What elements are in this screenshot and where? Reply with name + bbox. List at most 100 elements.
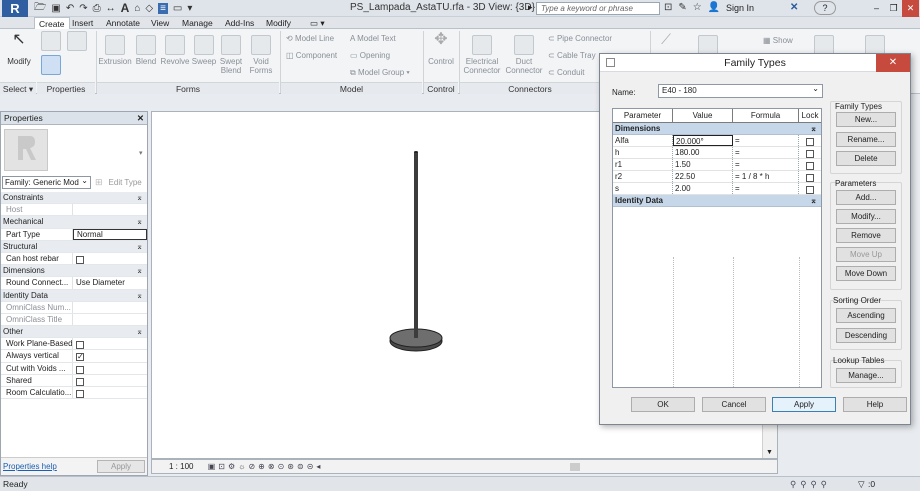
favorites-icon[interactable]: ☆ <box>693 2 702 13</box>
modify-button[interactable]: ↖ Modify <box>4 32 34 67</box>
family-category-button[interactable] <box>66 31 88 53</box>
property-category[interactable]: Mechanical ⌅ <box>1 216 147 229</box>
collapse-icon[interactable]: ⌅ <box>136 265 143 276</box>
collapse-icon[interactable]: ⌅ <box>136 192 143 203</box>
tab-contextual-dropdown[interactable]: ▭ ▾ <box>306 17 329 29</box>
horizontal-scroll-thumb[interactable] <box>570 463 580 471</box>
tab-add-ins[interactable]: Add-Ins <box>221 17 258 29</box>
collapse-icon[interactable]: ⌅ <box>136 290 143 301</box>
parameter-value-input[interactable]: 22.50 <box>673 171 733 182</box>
qat-dropdown-icon[interactable]: ▾ <box>187 3 192 14</box>
thin-lines-icon[interactable]: ≡ <box>158 2 168 14</box>
blend-button[interactable]: Blend <box>134 35 158 66</box>
parameter-lock[interactable] <box>799 147 821 158</box>
minimize-icon[interactable]: ‒ <box>868 0 885 17</box>
parameter-formula-input[interactable]: = <box>733 159 799 170</box>
collapse-icon[interactable]: ⌅ <box>136 241 143 252</box>
parameter-lock[interactable] <box>799 159 821 170</box>
properties-apply-button[interactable]: Apply <box>97 460 145 473</box>
property-checkbox[interactable] <box>76 389 84 398</box>
collapse-icon[interactable]: ⌅ <box>136 216 143 227</box>
rename-type-button[interactable]: Rename... <box>836 132 896 147</box>
properties-close-icon[interactable]: ✕ <box>137 112 144 125</box>
type-name-select[interactable]: E40 - 180 <box>658 83 823 98</box>
sweep-button[interactable]: Sweep <box>191 35 217 66</box>
undo-icon[interactable]: ↶ <box>66 3 74 14</box>
property-category[interactable]: Other ⌅ <box>1 326 147 339</box>
property-checkbox[interactable] <box>76 377 84 386</box>
binoculars-icon[interactable]: ⊡ <box>664 2 672 13</box>
cancel-button[interactable]: Cancel <box>702 397 766 412</box>
group-collapse-icon[interactable]: ⌅ <box>810 195 817 207</box>
move-up-button[interactable]: Move Up <box>836 247 896 262</box>
conduit-connector-button[interactable]: ⊂ Conduit <box>548 68 585 77</box>
duct-connector-button[interactable]: Duct Connector <box>504 35 544 75</box>
revolve-button[interactable]: Revolve <box>160 35 190 66</box>
lock-checkbox[interactable] <box>806 173 814 182</box>
measure-icon[interactable]: ↔ <box>106 3 116 14</box>
col-value[interactable]: Value <box>673 109 733 122</box>
close-icon[interactable]: ✕ <box>902 0 919 17</box>
parameter-formula-input[interactable]: = <box>733 183 799 194</box>
property-value[interactable] <box>73 314 147 325</box>
property-checkbox[interactable] <box>76 365 84 374</box>
open-icon[interactable]: 🗁 <box>34 0 46 17</box>
view-scale[interactable]: 1 : 100 <box>169 462 193 471</box>
restore-icon[interactable]: ❐ <box>885 0 902 17</box>
switch-windows-icon[interactable]: ▭ <box>173 3 182 14</box>
pipe-connector-button[interactable]: ⊂ Pipe Connector <box>548 34 612 43</box>
property-checkbox[interactable] <box>76 351 84 362</box>
family-selector[interactable]: Family: Generic Mod <box>2 175 91 189</box>
help-button[interactable]: Help <box>843 397 907 412</box>
descending-button[interactable]: Descending <box>836 328 896 343</box>
show-workplane-button[interactable]: ▦ Show <box>763 36 793 45</box>
property-category[interactable]: Dimensions ⌅ <box>1 265 147 278</box>
parameter-lock[interactable] <box>799 135 821 146</box>
swept-blend-button[interactable]: Swept Blend <box>218 35 244 75</box>
tab-modify[interactable]: Modify <box>262 17 295 29</box>
app-logo[interactable]: R <box>2 0 28 17</box>
lock-checkbox[interactable] <box>806 149 814 158</box>
parameter-formula-input[interactable]: = 1 / 8 * h <box>733 171 799 182</box>
parameter-lock[interactable] <box>799 183 821 194</box>
user-icon[interactable]: 👤 <box>708 2 720 13</box>
tab-create[interactable]: Create <box>34 17 70 29</box>
subscription-icon[interactable]: ✎ <box>678 2 686 13</box>
remove-parameter-button[interactable]: Remove <box>836 228 896 243</box>
delete-type-button[interactable]: Delete <box>836 151 896 166</box>
save-icon[interactable]: ▣ <box>51 3 60 14</box>
control-button[interactable]: ✥ Control <box>426 32 456 67</box>
cable-tray-connector-button[interactable]: ⊂ Cable Tray <box>548 51 596 60</box>
property-value[interactable] <box>73 204 147 215</box>
lock-checkbox[interactable] <box>806 185 814 194</box>
redo-icon[interactable]: ↷ <box>79 3 87 14</box>
model-group-button[interactable]: ⧉ Model Group ▾ <box>350 68 410 78</box>
family-types-button[interactable] <box>40 31 62 53</box>
manage-lookup-button[interactable]: Manage... <box>836 368 896 383</box>
lock-checkbox[interactable] <box>806 137 814 146</box>
component-button[interactable]: ◫ Component <box>286 51 337 60</box>
group-collapse-icon[interactable]: ⌅ <box>810 123 817 135</box>
electrical-connector-button[interactable]: Electrical Connector <box>462 35 502 75</box>
parameter-formula-input[interactable]: = <box>733 135 799 146</box>
property-category[interactable]: Identity Data ⌅ <box>1 289 147 302</box>
ascending-button[interactable]: Ascending <box>836 308 896 323</box>
tab-manage[interactable]: Manage <box>178 17 217 29</box>
add-parameter-button[interactable]: Add... <box>836 190 896 205</box>
new-type-button[interactable]: New... <box>836 112 896 127</box>
property-value[interactable] <box>73 302 147 313</box>
scroll-down-icon[interactable]: ▼ <box>766 449 773 456</box>
selection-filter-icons[interactable]: ⚲⚲⚲⚲ <box>790 477 831 491</box>
view-control-icons[interactable]: ▣⊡⚙☼⊘⊕⊗⊙⊛⊜⊝◂ <box>208 462 324 471</box>
edit-type-button[interactable]: Edit Type <box>109 178 142 187</box>
property-checkbox[interactable] <box>76 255 84 264</box>
extrusion-button[interactable]: Extrusion <box>98 35 132 66</box>
parameter-value-input[interactable]: 1.50 <box>673 159 733 170</box>
dialog-close-button[interactable]: ✕ <box>876 54 910 72</box>
parameter-group-header[interactable]: Identity Data ⌅ <box>613 195 821 207</box>
model-text-button[interactable]: A Model Text <box>350 34 396 43</box>
property-checkbox[interactable] <box>76 341 84 350</box>
type-selector-dropdown-icon[interactable]: ▾ <box>139 149 143 157</box>
tab-insert[interactable]: Insert <box>68 17 97 29</box>
col-formula[interactable]: Formula <box>733 109 799 122</box>
